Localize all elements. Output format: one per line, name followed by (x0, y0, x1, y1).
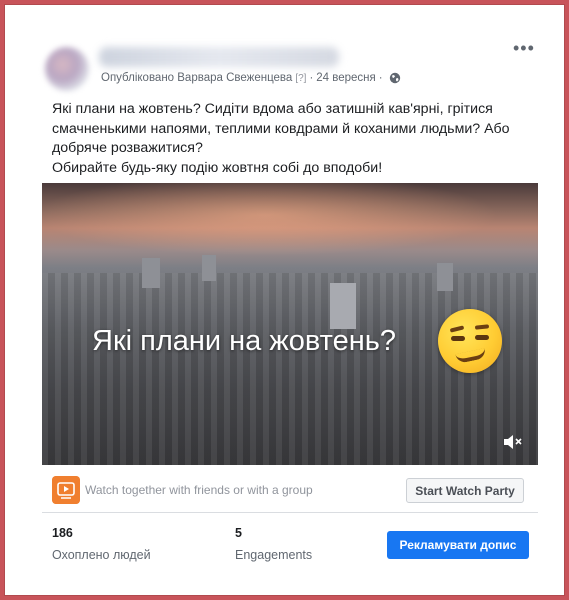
page-avatar[interactable] (45, 47, 89, 91)
video-building (437, 263, 453, 291)
post-text: Які плани на жовтень? Сидіти вдома або з… (52, 100, 522, 178)
post-meta: Опубліковано Варвара Свеженцева [?] · 24… (101, 72, 401, 84)
post-text-line: Які плани на жовтень? Сидіти вдома або з… (52, 101, 493, 117)
post-text-line: смачненькими напоями, теплими ковдрами й… (52, 120, 510, 137)
post-date[interactable]: 24 вересня (316, 72, 375, 84)
post-card: Опубліковано Варвара Свеженцева [?] · 24… (4, 4, 565, 596)
post-text-line: Обирайте будь-яку подію жовтня собі до в… (52, 159, 383, 176)
globe-icon[interactable] (389, 72, 401, 84)
engagements-label: Engagements (235, 548, 313, 562)
reach-value: 186 (52, 526, 73, 540)
video-player[interactable]: Які плани на жовтень? (42, 183, 538, 465)
engagements-stat[interactable]: 5 Engagements (235, 526, 312, 562)
video-sky (42, 183, 538, 263)
page-name-redacted[interactable] (99, 47, 339, 67)
post-insights: 186 Охоплено людей 5 Engagements Рекламу… (42, 513, 538, 573)
watch-party-text: Watch together with friends or with a gr… (85, 483, 313, 497)
start-watch-party-button[interactable]: Start Watch Party (406, 478, 524, 503)
video-building (142, 258, 160, 288)
reach-stat[interactable]: 186 Охоплено людей (52, 526, 151, 562)
meta-separator: · (309, 72, 314, 84)
help-marker[interactable]: [?] (295, 73, 306, 84)
watch-party-bar: Watch together with friends or with a gr… (42, 465, 538, 513)
reach-label: Охоплено людей (52, 548, 151, 562)
speaker-muted-icon[interactable] (502, 433, 524, 451)
video-building (330, 283, 356, 329)
video-caption: Які плани на жовтень? (92, 325, 396, 357)
watch-party-icon (52, 476, 80, 504)
smirking-face-emoji (438, 309, 502, 373)
more-horizontal-icon[interactable]: ••• (513, 39, 535, 57)
published-by-text[interactable]: Опубліковано Варвара Свеженцева (101, 72, 292, 84)
meta-separator-2: · (378, 72, 383, 84)
post-text-line: добряче розважитися? (52, 140, 203, 156)
boost-post-button[interactable]: Рекламувати допис (387, 531, 529, 559)
engagements-value: 5 (235, 526, 242, 540)
post-header: Опубліковано Варвара Свеженцева [?] · 24… (41, 45, 541, 95)
video-building (202, 255, 216, 281)
